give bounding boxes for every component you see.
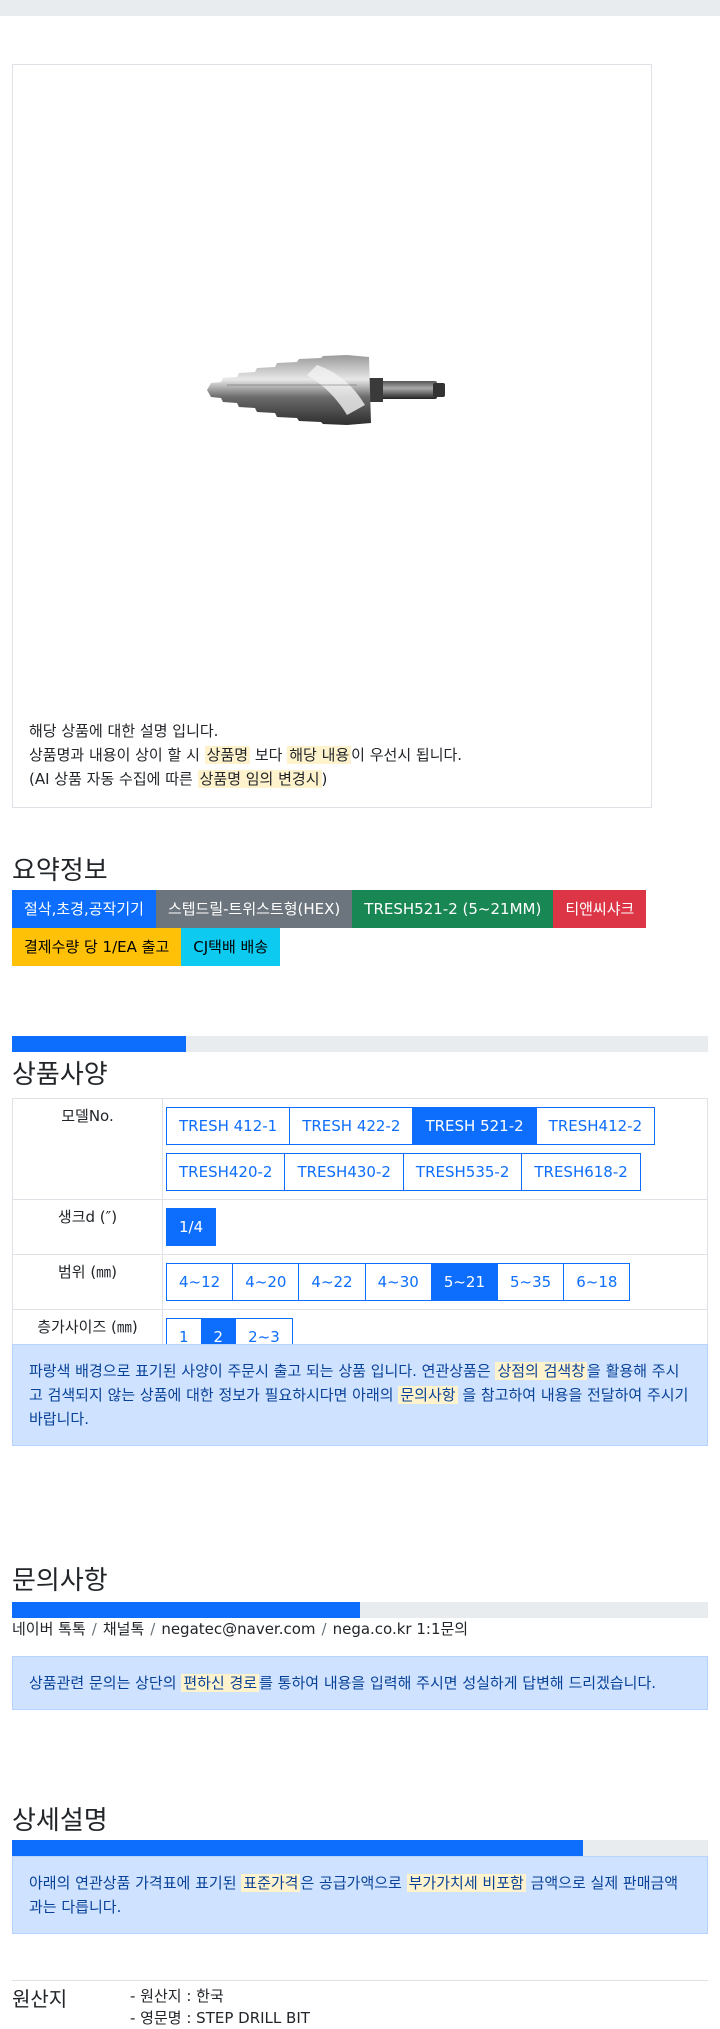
option-button[interactable]: TRESH430-2 [284, 1153, 404, 1191]
notice-line-1: 해당 상품에 대한 설명 입니다. [29, 722, 219, 740]
origin-section: 원산지 - 원산지 : 한국 - 영문명 : STEP DRILL BIT [12, 1980, 708, 2027]
option-button[interactable]: 6~18 [563, 1263, 631, 1301]
detail-progress-bar [12, 1840, 708, 1856]
spec-info-alert: 파랑색 배경으로 표기된 사양이 주문시 출고 되는 상품 입니다. 연관상품은… [12, 1344, 708, 1446]
notice-text: ) [321, 770, 328, 788]
option-button[interactable]: TRESH535-2 [402, 1153, 523, 1191]
alert-text: 를 통하여 내용을 입력해 주시면 성실하게 답변해 드리겠습니다. [259, 1674, 657, 1692]
option-button[interactable]: 5~35 [497, 1263, 565, 1301]
spec-label: 모델No. [12, 1098, 163, 1200]
alert-text: 아래의 연관상품 가격표에 표기된 [29, 1874, 242, 1892]
option-button[interactable]: 4~12 [166, 1263, 234, 1301]
model-options: TRESH 412-1 TRESH 422-2 TRESH 521-2 TRES… [166, 1103, 703, 1195]
brand-chip: 티앤씨샤크 [553, 890, 647, 928]
option-button[interactable]: TRESH420-2 [166, 1153, 286, 1191]
highlight-content: 해당 내용 [287, 746, 352, 764]
notice-text: 보다 [250, 746, 288, 764]
spec-row-range: 범위 (㎜) 4~12 4~20 4~22 4~30 5~21 5~35 6~1… [12, 1254, 708, 1310]
notice-line-2: 상품명과 내용이 상이 할 시 상품명 보다 해당 내용 이 우선시 됩니다. [29, 743, 462, 767]
separator: / [91, 1620, 97, 1638]
notice-text: 이 우선시 됩니다. [351, 746, 463, 764]
summary-chips: 절삭,초경,공작기기 스텝드릴-트위스트형(HEX) TRESH521-2 (5… [12, 890, 712, 966]
origin-country: - 원산지 : 한국 [130, 1987, 224, 2005]
separator: / [321, 1620, 327, 1638]
spec-row-shank: 생크d (″) 1/4 [12, 1199, 708, 1255]
english-name: - 영문명 : STEP DRILL BIT [130, 2009, 310, 2027]
spec-label: 범위 (㎜) [12, 1254, 163, 1310]
highlight-product-name: 상품명 [204, 746, 251, 764]
notice-text: (AI 상품 자동 수집에 따른 [29, 770, 198, 788]
inquiry-info-alert: 상품관련 문의는 상단의 편하신 경로 를 통하여 내용을 입력해 주시면 성실하… [12, 1656, 708, 1710]
type-chip: 스텝드릴-트위스트형(HEX) [155, 890, 353, 928]
option-button[interactable]: 4~22 [298, 1263, 366, 1301]
step-drill-bit-image [207, 355, 445, 425]
notice-line-3: (AI 상품 자동 수집에 따른 상품명 임의 변경시) [29, 767, 462, 791]
spec-title: 상품사양 [12, 1060, 108, 1090]
inquiry-title: 문의사항 [12, 1566, 108, 1596]
option-button[interactable]: 4~30 [364, 1263, 432, 1301]
product-notice: 해당 상품에 대한 설명 입니다. 상품명과 내용이 상이 할 시 상품명 보다… [29, 719, 462, 791]
option-button-selected[interactable]: 5~21 [430, 1263, 499, 1301]
spec-label: 생크d (″) [12, 1199, 163, 1255]
option-button-selected[interactable]: 1/4 [166, 1208, 217, 1246]
email-link[interactable]: negatec@naver.com [161, 1620, 315, 1638]
option-button[interactable]: TRESH 422-2 [289, 1107, 414, 1145]
option-button-selected[interactable]: TRESH 521-2 [412, 1107, 537, 1145]
highlight-store-search: 상점의 검색창 [495, 1362, 588, 1380]
spec-progress-bar [12, 1036, 708, 1052]
alert-text: 상품관련 문의는 상단의 [29, 1674, 182, 1692]
contact-links: 네이버 톡톡 / 채널톡 / negatec@naver.com / nega.co.kr … [12, 1618, 468, 1639]
origin-details: - 원산지 : 한국 - 영문명 : STEP DRILL BIT [130, 1985, 310, 2029]
detail-title: 상세설명 [12, 1806, 108, 1836]
highlight-vat-excluded: 부가가치세 비포함 [406, 1874, 526, 1892]
channel-talk-link[interactable]: 채널톡 [103, 1620, 144, 1638]
category-chip: 절삭,초경,공작기기 [12, 890, 156, 928]
range-options: 4~12 4~20 4~22 4~30 5~21 5~35 6~18 [166, 1259, 703, 1305]
spec-options: 1/4 [162, 1199, 708, 1255]
detail-info-alert: 아래의 연관상품 가격표에 표기된 표준가격 은 공급가액으로 부가가치세 비포함… [12, 1856, 708, 1934]
highlight-route: 편하신 경로 [181, 1674, 260, 1692]
product-image-card: 해당 상품에 대한 설명 입니다. 상품명과 내용이 상이 할 시 상품명 보다… [12, 64, 652, 808]
spec-progress-fill [12, 1036, 186, 1052]
spec-table: 모델No. TRESH 412-1 TRESH 422-2 TRESH 521-… [12, 1098, 708, 1365]
spec-options: TRESH 412-1 TRESH 422-2 TRESH 521-2 TRES… [162, 1098, 708, 1200]
summary-title: 요약정보 [12, 856, 108, 886]
option-button[interactable]: TRESH618-2 [521, 1153, 641, 1191]
naver-talktalk-link[interactable]: 네이버 톡톡 [12, 1620, 86, 1638]
quantity-chip: 결제수량 당 1/EA 출고 [12, 928, 182, 966]
detail-progress-fill [12, 1840, 583, 1856]
option-button[interactable]: TRESH412-2 [535, 1107, 656, 1145]
highlight-name-change: 상품명 임의 변경시 [197, 770, 322, 788]
top-bar [0, 0, 720, 16]
separator: / [150, 1620, 156, 1638]
notice-text: 상품명과 내용이 상이 할 시 [29, 746, 205, 764]
shank-options: 1/4 [166, 1204, 703, 1250]
spec-row-model: 모델No. TRESH 412-1 TRESH 422-2 TRESH 521-… [12, 1098, 708, 1200]
alert-text: 은 공급가액으로 [300, 1874, 407, 1892]
model-chip: TRESH521-2 (5~21MM) [352, 890, 554, 928]
one-to-one-inquiry-link[interactable]: nega.co.kr 1:1문의 [333, 1620, 469, 1638]
shipping-chip: CJ택배 배송 [181, 928, 281, 966]
inquiry-progress-bar [12, 1602, 708, 1618]
inquiry-progress-fill [12, 1602, 360, 1618]
highlight-standard-price: 표준가격 [241, 1874, 301, 1892]
option-button[interactable]: 4~20 [232, 1263, 300, 1301]
highlight-inquiry: 문의사항 [398, 1386, 458, 1404]
spec-options: 4~12 4~20 4~22 4~30 5~21 5~35 6~18 [162, 1254, 708, 1310]
alert-text: 파랑색 배경으로 표기된 사양이 주문시 출고 되는 상품 입니다. 연관상품은 [29, 1362, 496, 1380]
origin-label: 원산지 [12, 1987, 68, 2011]
option-button[interactable]: TRESH 412-1 [166, 1107, 291, 1145]
